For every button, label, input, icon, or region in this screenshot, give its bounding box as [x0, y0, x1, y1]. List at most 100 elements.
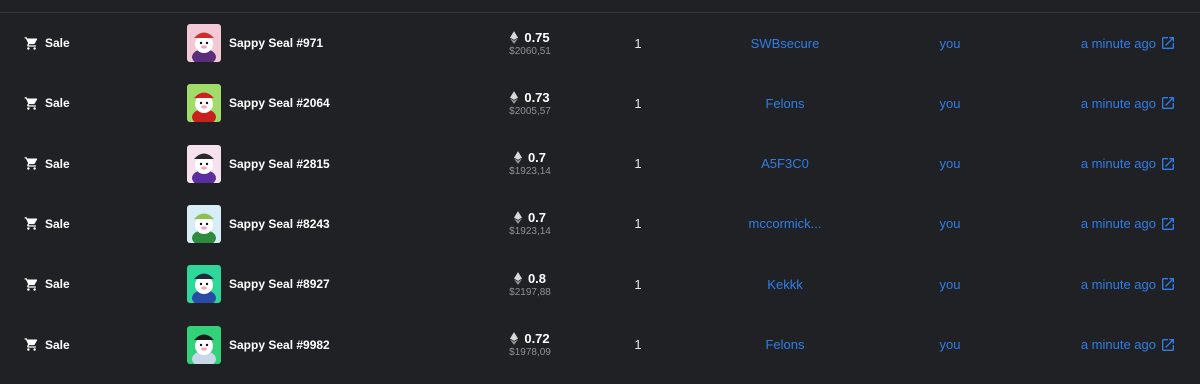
ethereum-icon	[510, 30, 519, 44]
item-name[interactable]: Sappy Seal #8243	[229, 217, 330, 231]
external-link-icon[interactable]	[1160, 216, 1176, 232]
item-cell[interactable]: Sappy Seal #9982	[187, 315, 330, 375]
nft-thumbnail[interactable]	[187, 24, 221, 62]
time-cell[interactable]: a minute ago	[1040, 134, 1176, 194]
nft-thumbnail[interactable]	[187, 325, 221, 364]
from-cell: A5F3C0	[700, 134, 870, 194]
price-usd: $2197,88	[509, 286, 551, 298]
time-link[interactable]: a minute ago	[1081, 337, 1156, 352]
item-name[interactable]: Sappy Seal #9982	[229, 338, 330, 352]
time-cell[interactable]: a minute ago	[1040, 315, 1176, 375]
cart-icon	[24, 277, 38, 291]
to-link[interactable]: you	[940, 96, 961, 111]
ethereum-icon	[510, 90, 519, 104]
external-link-icon[interactable]	[1160, 35, 1176, 51]
external-link-icon[interactable]	[1160, 276, 1176, 292]
ethereum-icon	[513, 271, 522, 285]
item-name[interactable]: Sappy Seal #2064	[229, 96, 330, 110]
event-label: Sale	[45, 36, 70, 50]
table-row: Sale Sappy Seal #971 0.75 $2060,51 1 SWB…	[0, 13, 1200, 73]
item-name[interactable]: Sappy Seal #2815	[229, 157, 330, 171]
price-eth: 0.8	[527, 270, 547, 286]
time-link[interactable]: a minute ago	[1081, 96, 1156, 111]
event-label: Sale	[45, 216, 70, 231]
to-cell: you	[900, 134, 1000, 194]
quantity-cell: 1	[600, 315, 676, 375]
from-link[interactable]: Felons	[765, 96, 804, 111]
cart-icon	[24, 36, 38, 50]
from-link[interactable]: Kekkk	[767, 277, 802, 292]
time-link[interactable]: a minute ago	[1081, 216, 1156, 231]
from-link[interactable]: SWBsecure	[751, 36, 820, 51]
event-cell: Sale	[24, 13, 70, 73]
quantity-cell: 1	[600, 254, 676, 314]
from-cell: mccormick...	[700, 194, 870, 254]
event-label: Sale	[45, 156, 70, 171]
to-link[interactable]: you	[940, 156, 961, 171]
nft-thumbnail[interactable]	[187, 204, 221, 243]
nft-thumbnail[interactable]	[187, 144, 221, 183]
table-row: Sale Sappy Seal #2815 0.7 $1923,14 1 A5F…	[0, 134, 1200, 194]
external-link-icon[interactable]	[1160, 95, 1176, 111]
event-cell: Sale	[24, 315, 70, 375]
time-cell[interactable]: a minute ago	[1040, 194, 1176, 254]
quantity: 1	[634, 276, 642, 292]
price-cell: 0.8 $2197,88	[480, 254, 580, 314]
price-eth: 0.7	[527, 210, 547, 226]
price-eth: 0.72	[524, 331, 550, 346]
price-usd: $2005,57	[509, 105, 551, 117]
price-cell: 0.75 $2060,51	[480, 13, 580, 73]
quantity: 1	[634, 35, 642, 51]
price-cell: 0.7 $1923,14	[480, 194, 580, 254]
item-cell[interactable]: Sappy Seal #2815	[187, 134, 330, 194]
to-link[interactable]: you	[940, 36, 961, 51]
price-cell: 0.7 $1923,14	[480, 134, 580, 194]
to-link[interactable]: you	[940, 216, 961, 231]
item-name[interactable]: Sappy Seal #8927	[229, 277, 330, 291]
cart-icon	[24, 97, 38, 110]
quantity: 1	[634, 156, 642, 172]
quantity-cell: 1	[600, 73, 676, 133]
price-eth: 0.75	[524, 29, 550, 45]
from-link[interactable]: Felons	[765, 337, 804, 352]
item-cell[interactable]: Sappy Seal #8927	[187, 254, 330, 314]
price-usd: $1978,09	[509, 347, 551, 358]
nft-thumbnail[interactable]	[187, 265, 221, 304]
item-cell[interactable]: Sappy Seal #971	[187, 13, 323, 73]
item-cell[interactable]: Sappy Seal #8243	[187, 194, 330, 254]
price-eth: 0.73	[524, 89, 550, 105]
quantity-cell: 1	[600, 13, 676, 73]
to-cell: you	[900, 13, 1000, 73]
price-cell: 0.72 $1978,09	[480, 315, 580, 375]
table-row: Sale Sappy Seal #9982 0.72 $1978,09 1 Fe…	[0, 315, 1200, 375]
to-link[interactable]: you	[940, 337, 961, 352]
cart-icon	[24, 338, 38, 351]
item-cell[interactable]: Sappy Seal #2064	[187, 73, 330, 133]
from-cell: Felons	[700, 73, 870, 133]
time-cell[interactable]: a minute ago	[1040, 254, 1176, 314]
time-link[interactable]: a minute ago	[1081, 156, 1156, 171]
table-row: Sale Sappy Seal #2064 0.73 $2005,57 1 Fe…	[0, 73, 1200, 133]
event-cell: Sale	[24, 254, 70, 314]
event-label: Sale	[45, 96, 70, 111]
event-label: Sale	[45, 337, 70, 352]
external-link-icon[interactable]	[1160, 156, 1176, 172]
external-link-icon[interactable]	[1160, 337, 1176, 353]
quantity-cell: 1	[600, 134, 676, 194]
nft-thumbnail[interactable]	[187, 84, 221, 123]
item-name[interactable]: Sappy Seal #971	[229, 36, 323, 50]
time-cell[interactable]: a minute ago	[1040, 73, 1176, 133]
to-link[interactable]: you	[940, 277, 961, 292]
time-link[interactable]: a minute ago	[1081, 277, 1156, 292]
from-link[interactable]: A5F3C0	[761, 156, 809, 171]
quantity-cell: 1	[600, 194, 676, 254]
cart-icon	[24, 157, 38, 170]
time-cell[interactable]: a minute ago	[1040, 13, 1176, 73]
to-cell: you	[900, 73, 1000, 133]
time-link[interactable]: a minute ago	[1081, 36, 1156, 51]
from-cell: Felons	[700, 315, 870, 375]
table-row: Sale Sappy Seal #8243 0.7 $1923,14 1 mcc…	[0, 194, 1200, 254]
price-usd: $1923,14	[509, 166, 551, 178]
event-cell: Sale	[24, 134, 70, 194]
from-link[interactable]: mccormick...	[749, 216, 822, 231]
